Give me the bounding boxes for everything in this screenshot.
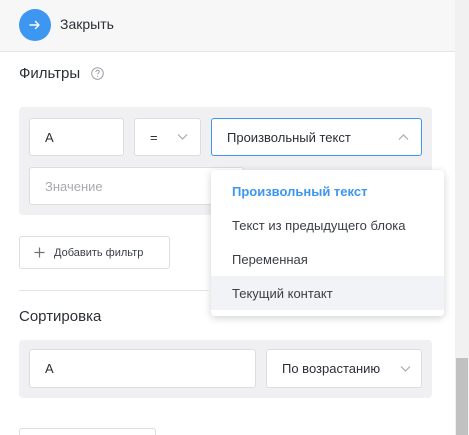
header-bar: Закрыть: [0, 0, 455, 52]
help-icon[interactable]: [91, 67, 104, 80]
chevron-down-icon: [400, 365, 411, 372]
dropdown-item-variable[interactable]: Переменная: [211, 242, 444, 276]
filter-type-dropdown: Произвольный текст Текст из предыдущего …: [211, 170, 444, 316]
sort-order-select[interactable]: По возрастанию: [266, 349, 422, 388]
dropdown-item-label: Переменная: [232, 251, 308, 267]
sort-field-value: A: [45, 361, 54, 376]
close-button[interactable]: [19, 9, 51, 41]
close-label[interactable]: Закрыть: [60, 16, 114, 32]
plus-icon: [34, 247, 45, 258]
filter-type-value: Произвольный текст: [227, 129, 351, 145]
dropdown-item-label: Текст из предыдущего блока: [232, 217, 406, 233]
filter-field-value: A: [45, 129, 54, 145]
filter-type-select[interactable]: Произвольный текст: [211, 118, 422, 156]
sorting-title: Сортировка: [19, 308, 102, 325]
sort-field-input[interactable]: A: [29, 349, 256, 388]
scrollbar-thumb[interactable]: [456, 358, 468, 435]
dropdown-item-label: Текущий контакт: [232, 285, 333, 301]
section-divider: [19, 290, 209, 291]
dropdown-item-custom-text[interactable]: Произвольный текст: [211, 174, 444, 208]
add-filter-label: Добавить фильтр: [54, 246, 144, 259]
arrow-right-icon: [29, 20, 40, 30]
filter-operator-value: =: [150, 129, 158, 145]
dropdown-item-label: Произвольный текст: [232, 183, 368, 199]
chevron-up-icon: [398, 134, 409, 140]
dropdown-item-current-contact[interactable]: Текущий контакт: [211, 276, 444, 310]
filter-field-input[interactable]: A: [29, 118, 124, 156]
add-sort-button[interactable]: [19, 428, 156, 435]
sort-order-value: По возрастанию: [282, 361, 381, 376]
chevron-down-icon: [177, 134, 188, 140]
filter-operator-select[interactable]: =: [134, 118, 201, 156]
filter-value-placeholder: Значение: [45, 178, 103, 194]
add-filter-button[interactable]: Добавить фильтр: [19, 236, 170, 269]
filters-title: Фильтры: [19, 65, 81, 82]
dropdown-item-previous-block-text[interactable]: Текст из предыдущего блока: [211, 208, 444, 242]
